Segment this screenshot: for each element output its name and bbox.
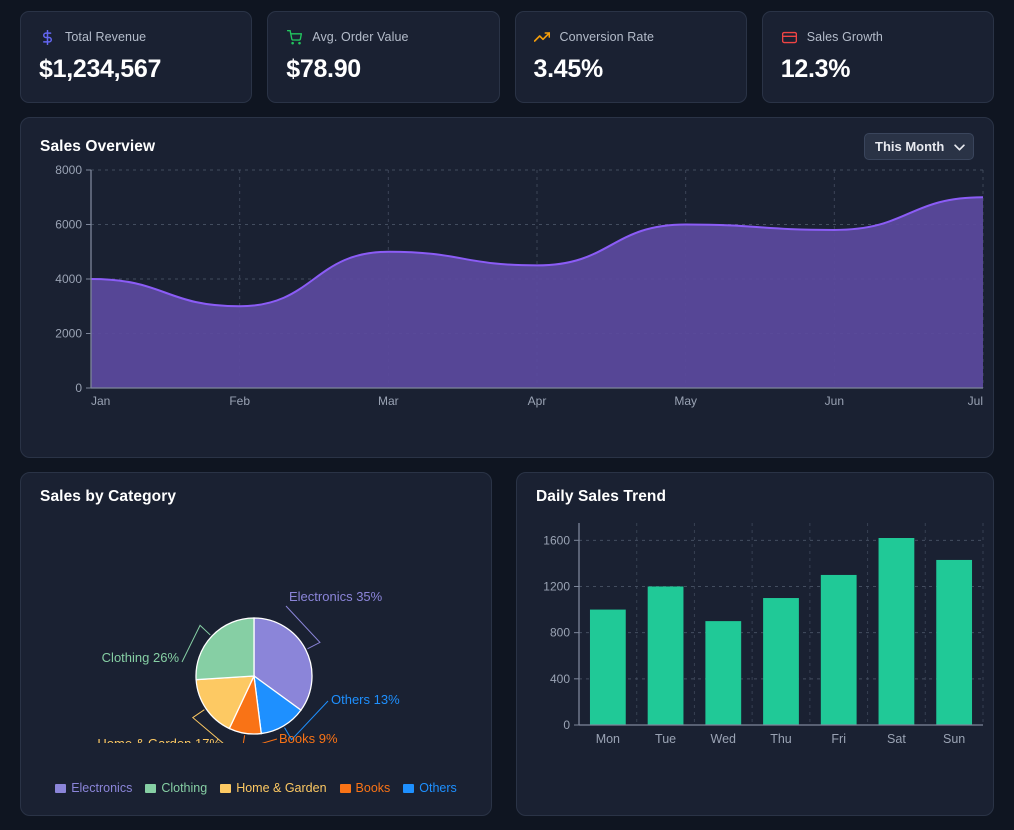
svg-text:Sun: Sun: [943, 732, 965, 746]
stat-header: Total Revenue: [39, 28, 233, 46]
legend-label: Clothing: [161, 781, 208, 795]
stat-value: $1,234,567: [39, 55, 162, 83]
svg-text:6000: 6000: [55, 218, 82, 232]
dashboard-root: Total Revenue $1,234,567 Avg. Order Valu…: [0, 0, 1014, 830]
bar: [589, 609, 626, 725]
dollar-icon: [39, 29, 56, 46]
pie-legend: Electronics Clothing Home & Garden Books Oth…: [21, 781, 491, 795]
svg-text:Thu: Thu: [770, 732, 792, 746]
pie-slice-label: Others 13%: [331, 692, 400, 707]
panel-title: Sales by Category: [40, 488, 177, 505]
sales-overview-header: Sales Overview This MonthLast MonthThis …: [21, 118, 993, 160]
stat-label: Sales Growth: [806, 30, 883, 44]
svg-text:May: May: [674, 394, 697, 408]
legend-item[interactable]: Clothing: [145, 781, 207, 795]
sales-overview-panel: Sales Overview This MonthLast MonthThis …: [20, 117, 994, 458]
legend-item[interactable]: Home & Garden: [220, 781, 327, 795]
svg-text:0: 0: [75, 381, 82, 395]
svg-text:Sat: Sat: [887, 732, 906, 746]
panel-title: Daily Sales Trend: [536, 488, 667, 505]
stat-header: Sales Growth: [781, 28, 975, 46]
sales-overview-area-chart: 0 2000 4000 6000 8000 Jan Feb Mar Apr May Jun Jul: [55, 163, 984, 408]
stat-value: $78.90: [286, 55, 361, 83]
legend-item[interactable]: Others: [403, 781, 457, 795]
svg-text:4000: 4000: [55, 272, 82, 286]
stat-label: Conversion Rate: [559, 30, 655, 44]
stat-header: Conversion Rate: [534, 28, 728, 46]
svg-text:Wed: Wed: [711, 732, 737, 746]
svg-text:Feb: Feb: [229, 394, 250, 408]
daily-sales-trend-bar-chart: 0 400 800 1200 1600 Mon Tue Wed Thu Fri Sat Sun: [543, 523, 984, 746]
svg-text:Jan: Jan: [91, 394, 110, 408]
stat-card-avg-order-value: Avg. Order Value $78.90: [267, 11, 500, 103]
legend-label: Books: [355, 781, 391, 795]
legend-swatch: [145, 783, 157, 793]
legend-swatch: [55, 783, 67, 793]
sales-by-category-pie-chart: Electronics 35% Others 13% Books 9% Home & …: [97, 589, 400, 743]
range-select-wrapper: This MonthLast MonthThis QuarterThis Yea…: [864, 133, 974, 160]
bar: [936, 559, 973, 725]
stat-label: Total Revenue: [65, 30, 147, 44]
page-title: Sales Overview: [40, 137, 156, 155]
date-range-select[interactable]: This MonthLast MonthThis QuarterThis Yea…: [864, 133, 974, 160]
bar: [763, 598, 799, 725]
sales-by-category-panel: Sales by Category Electronics 35% Others …: [20, 472, 492, 816]
svg-text:800: 800: [550, 626, 570, 640]
legend-swatch: [220, 783, 232, 793]
credit-card-icon: [781, 29, 798, 46]
legend-label: Home & Garden: [236, 781, 327, 795]
svg-text:2000: 2000: [55, 327, 82, 341]
svg-text:Mon: Mon: [596, 732, 620, 746]
legend-item[interactable]: Books: [339, 781, 391, 795]
shopping-cart-icon: [286, 29, 303, 46]
legend-label: Electronics: [71, 781, 133, 795]
bar: [820, 574, 857, 725]
legend-item[interactable]: Electronics: [55, 781, 132, 795]
daily-sales-trend-header: Daily Sales Trend: [517, 473, 993, 506]
bottom-row: Sales by Category Electronics 35% Others …: [20, 472, 994, 816]
stat-value: 12.3%: [780, 55, 851, 83]
pie-slice-label: Clothing 26%: [102, 650, 180, 665]
svg-text:400: 400: [550, 672, 570, 686]
svg-text:Apr: Apr: [528, 394, 547, 408]
bar: [878, 538, 915, 725]
svg-text:Mar: Mar: [378, 394, 399, 408]
pie-slice-label: Electronics 35%: [289, 589, 383, 604]
stat-header: Avg. Order Value: [286, 28, 480, 46]
stat-value: 3.45%: [533, 55, 604, 83]
legend-label: Others: [419, 781, 457, 795]
stat-card-conversion-rate: Conversion Rate 3.45%: [514, 11, 747, 103]
stat-card-total-revenue: Total Revenue $1,234,567: [20, 11, 253, 103]
legend-swatch: [339, 783, 351, 793]
bar: [705, 621, 742, 725]
stat-card-sales-growth: Sales Growth 12.3%: [761, 11, 994, 103]
svg-text:Jul: Jul: [968, 394, 983, 408]
daily-sales-trend-panel: Daily Sales Trend 0 400 800 1200 1600 Mon Tue W…: [516, 472, 994, 816]
sales-by-category-header: Sales by Category: [21, 473, 491, 506]
pie-slice-label: Home & Garden 17%: [97, 736, 221, 743]
svg-text:8000: 8000: [55, 163, 82, 177]
svg-text:Tue: Tue: [655, 732, 676, 746]
pie-slice-label: Books 9%: [279, 731, 338, 743]
legend-swatch: [403, 783, 415, 793]
trending-up-icon: [534, 29, 551, 46]
bar: [647, 586, 684, 725]
svg-text:Jun: Jun: [825, 394, 844, 408]
svg-text:1600: 1600: [543, 533, 570, 547]
stat-label: Avg. Order Value: [312, 30, 409, 44]
svg-text:Fri: Fri: [831, 732, 846, 746]
stats-row: Total Revenue $1,234,567 Avg. Order Valu…: [20, 11, 994, 103]
svg-text:0: 0: [563, 718, 570, 732]
svg-text:1200: 1200: [543, 579, 570, 593]
